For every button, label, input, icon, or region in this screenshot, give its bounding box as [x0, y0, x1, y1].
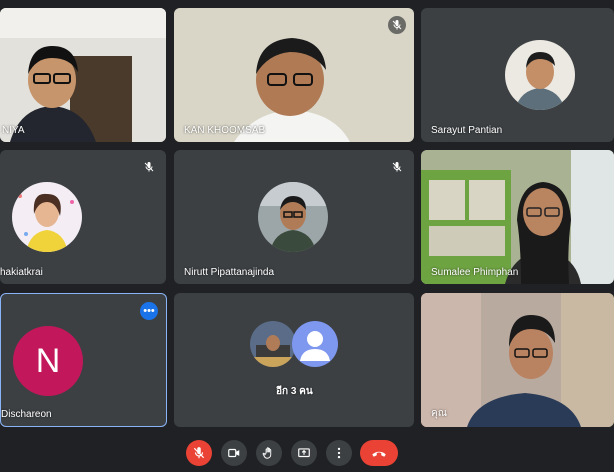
- participant-tile-kan-khoomsab[interactable]: KAN KHOOMSAB: [174, 8, 414, 142]
- participant-tile-sarayut-pantian[interactable]: Sarayut Pantian: [421, 8, 614, 142]
- participant-name: คุณ: [431, 408, 447, 419]
- participant-tile-hakiatkrai[interactable]: hakiatkrai: [0, 150, 166, 284]
- raise-hand-button[interactable]: [256, 440, 282, 466]
- end-call-icon: [372, 451, 386, 457]
- participant-name: hakiatkrai: [0, 267, 43, 278]
- mic-off-icon: [388, 158, 406, 176]
- participant-tile-sumalee-phimphan[interactable]: Sumalee Phimphan: [421, 150, 614, 284]
- participant-name: KAN KHOOMSAB: [184, 125, 266, 136]
- avatar-initial: N: [35, 341, 61, 380]
- participant-name: Sumalee Phimphan: [431, 267, 519, 278]
- participant-name: NIYA: [2, 125, 25, 136]
- avatar: N: [13, 326, 83, 396]
- avatar: [258, 182, 328, 252]
- participant-video: [0, 8, 166, 142]
- participant-tile-niya[interactable]: NIYA: [0, 8, 166, 142]
- more-options-button[interactable]: •••: [140, 302, 158, 320]
- participant-video: [174, 8, 414, 142]
- more-vert-icon: [337, 447, 341, 459]
- participant-name: อีก 3 คน: [276, 386, 313, 397]
- camera-toggle-button[interactable]: [221, 440, 247, 466]
- avatar: [505, 40, 575, 110]
- mic-off-icon: [388, 16, 406, 34]
- participant-video: [421, 150, 614, 284]
- participant-name: Dischareon: [1, 409, 52, 420]
- participant-tile-nirutt-pipattanajinda[interactable]: Nirutt Pipattanajinda: [174, 150, 414, 284]
- more-options-button[interactable]: [326, 440, 352, 466]
- participant-name: Sarayut Pantian: [431, 125, 503, 136]
- mic-toggle-button[interactable]: [186, 440, 212, 466]
- participant-video: [421, 293, 614, 427]
- present-screen-icon: [298, 448, 310, 458]
- raise-hand-icon: [262, 447, 272, 459]
- participant-tile-others[interactable]: อีก 3 คน: [174, 293, 414, 427]
- avatar: [12, 182, 82, 252]
- mic-off-icon: [193, 447, 205, 459]
- camera-icon: [228, 448, 240, 458]
- end-call-button[interactable]: [360, 440, 398, 466]
- participant-tile-dischareon[interactable]: N ••• Dischareon: [0, 293, 167, 427]
- participant-tile-self[interactable]: คุณ: [421, 293, 614, 427]
- mic-off-icon: [140, 158, 158, 176]
- present-screen-button[interactable]: [291, 440, 317, 466]
- avatar-placeholder: [292, 321, 338, 367]
- participant-name: Nirutt Pipattanajinda: [184, 267, 275, 278]
- avatar: [250, 321, 296, 367]
